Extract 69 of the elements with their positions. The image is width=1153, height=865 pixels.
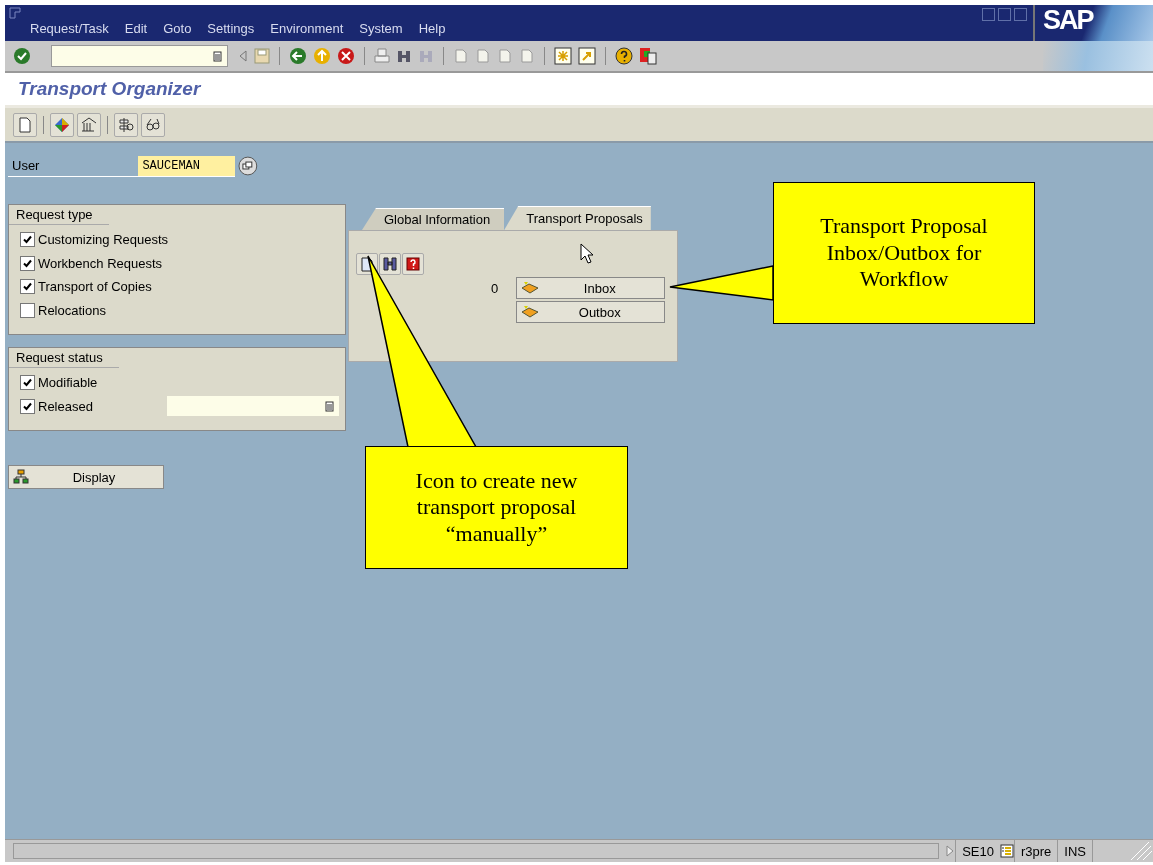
transaction-code: SE10: [955, 840, 1000, 862]
menu-item[interactable]: Edit: [124, 21, 148, 36]
mailbox-button[interactable]: Outbox: [516, 301, 666, 323]
tab[interactable]: Transport Proposals: [504, 206, 651, 230]
callout-note: Icon to create new transport proposal “manually”: [365, 446, 628, 569]
checkbox[interactable]: [20, 279, 35, 295]
checkbox-label: Customizing Requests: [38, 232, 169, 248]
new-window-icon[interactable]: [554, 47, 572, 65]
find-button[interactable]: [379, 253, 401, 275]
back-icon[interactable]: [289, 47, 307, 65]
diamond-button[interactable]: [50, 112, 74, 137]
checkbox-label: Modifiable: [38, 375, 98, 391]
help-button[interactable]: [402, 253, 424, 275]
layout-icon[interactable]: [639, 47, 657, 65]
save-icon[interactable]: [254, 48, 270, 64]
menu-item[interactable]: System: [359, 21, 403, 36]
system-name: r3pre: [1013, 840, 1058, 862]
checkbox[interactable]: [20, 375, 35, 391]
diamond-icon: [54, 116, 70, 133]
multiple-selection-icon[interactable]: [238, 156, 258, 176]
mouse-cursor-icon: [580, 243, 594, 265]
checkbox[interactable]: [20, 302, 35, 318]
window-icon[interactable]: [9, 7, 23, 19]
tab[interactable]: Global Information: [362, 208, 505, 230]
menu-item[interactable]: Environment: [270, 21, 344, 36]
checkbox-label: Released: [38, 398, 93, 414]
dropdown-icon[interactable]: [325, 400, 334, 412]
count-value: 0: [491, 281, 499, 296]
menu-item[interactable]: Goto: [163, 21, 192, 36]
checkbox[interactable]: [20, 232, 35, 248]
enter-icon[interactable]: [13, 47, 31, 65]
tray-icon: [521, 281, 540, 295]
back-arrow-icon[interactable]: [238, 49, 248, 63]
binoculars-icon[interactable]: [396, 48, 412, 64]
menu-item[interactable]: Request/Task: [30, 21, 109, 36]
checkbox-label: Transport of Copies: [38, 279, 152, 295]
tray-icon: [521, 305, 540, 319]
page-icon: [18, 116, 32, 133]
print-icon[interactable]: [374, 48, 390, 64]
user-field[interactable]: SAUCEMAN: [138, 155, 236, 177]
checkbox[interactable]: [20, 255, 35, 271]
help-icon[interactable]: [615, 47, 633, 65]
building-icon: [81, 116, 97, 133]
question-icon: [406, 257, 420, 271]
menu-item[interactable]: Settings: [207, 21, 255, 36]
input-field[interactable]: [167, 396, 339, 417]
building-button[interactable]: [77, 112, 101, 137]
structure-icon: [118, 116, 134, 133]
menu-item[interactable]: Help: [418, 21, 446, 36]
screen-title: Transport Organizer: [18, 78, 201, 100]
logo: SAP: [1033, 5, 1153, 41]
expand-arrow-icon[interactable]: [945, 844, 956, 858]
checkbox-label: Relocations: [38, 302, 106, 318]
dropdown-icon[interactable]: [213, 50, 222, 62]
callout-note: Transport Proposal Inbox/Outbox for Workflow: [773, 182, 1035, 324]
shortcut-icon[interactable]: [578, 47, 596, 65]
display-button[interactable]: Display: [8, 465, 164, 489]
command-field[interactable]: [51, 45, 228, 67]
structure-button[interactable]: [114, 112, 138, 137]
cancel-icon[interactable]: [337, 47, 355, 65]
checkbox[interactable]: [20, 398, 35, 414]
checkbox-label: Workbench Requests: [38, 255, 163, 271]
binoculars-icon: [383, 257, 397, 271]
mailbox-button[interactable]: Inbox: [516, 277, 666, 299]
input-mode: INS: [1057, 840, 1092, 862]
list-icon[interactable]: [999, 844, 1014, 858]
glasses-icon: [145, 116, 161, 133]
glasses-button[interactable]: [141, 112, 165, 137]
hierarchy-icon: [13, 469, 29, 485]
